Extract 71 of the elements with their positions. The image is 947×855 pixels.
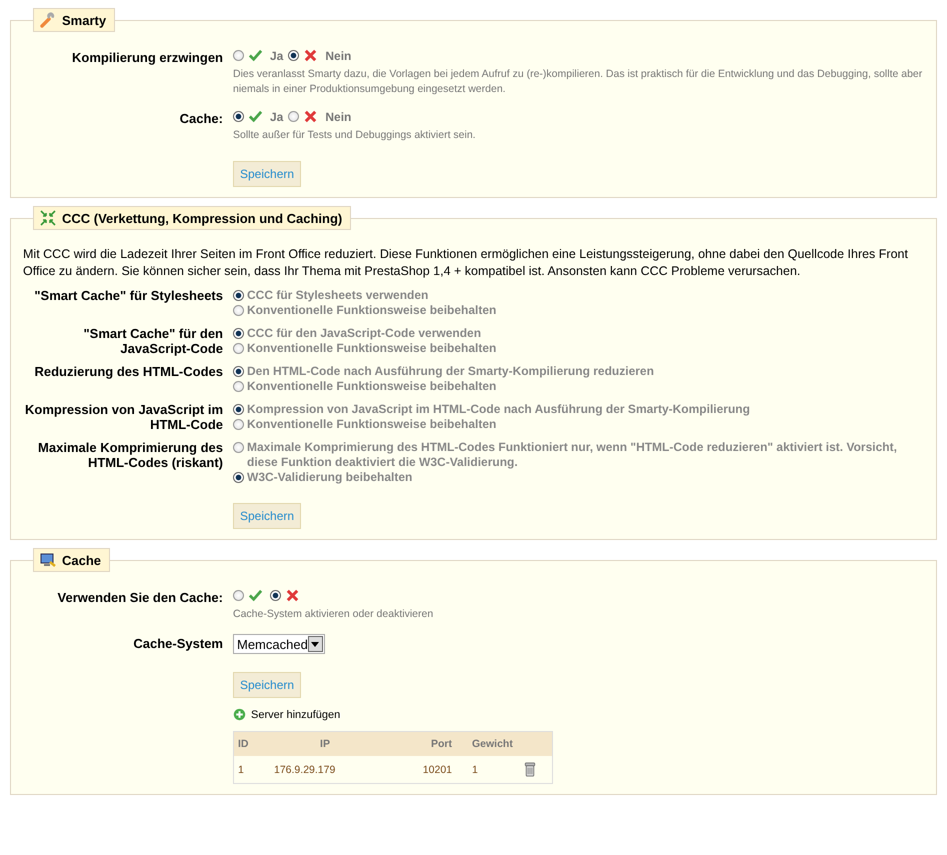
option-label: CCC für den JavaScript-Code verwenden: [247, 326, 482, 341]
trash-icon[interactable]: [524, 762, 536, 777]
table-cell: 1: [234, 756, 262, 784]
option-label: Konventionelle Funktionsweise beibehalten: [247, 379, 498, 394]
radio-button[interactable]: [233, 419, 244, 430]
option-label: Nein: [325, 48, 352, 62]
option-label: W3C-Validierung beibehalten: [247, 470, 414, 485]
radio-button[interactable]: [288, 111, 300, 122]
field-label: Cache-System: [132, 635, 224, 653]
check-icon: [248, 48, 263, 63]
cross-icon: [303, 109, 318, 124]
field-label: "Smart Cache" für den JavaScript-Code: [82, 326, 224, 356]
hint-text: Cache-System aktivieren oder deaktivieren: [233, 607, 434, 622]
field-label: Kompilierung erzwingen: [71, 49, 224, 67]
cross-icon: [285, 588, 300, 603]
radio-button[interactable]: [233, 328, 244, 339]
radio-button[interactable]: [233, 366, 244, 377]
option-label: Nein: [325, 110, 352, 124]
option-label: Den HTML-Code nach Ausführung der Smarty-Kompilierung reduzieren: [247, 364, 655, 379]
field-label: Verwenden Sie den Cache:: [56, 589, 224, 607]
table-cell: 10201: [388, 756, 456, 784]
radio-button[interactable]: [233, 111, 244, 122]
radio-button[interactable]: [233, 343, 244, 354]
radio-button[interactable]: [233, 590, 244, 601]
option-label: Konventionelle Funktionsweise beibehalten: [247, 303, 498, 318]
radio-button[interactable]: [233, 472, 244, 483]
field-label: "Smart Cache" für Stylesheets: [33, 288, 224, 305]
add-icon: [233, 708, 246, 721]
save-button[interactable]: Speichern: [233, 161, 302, 187]
section-title: CCC (Verkettung, Kompression und Caching): [62, 210, 342, 226]
option-label: Kompression von JavaScript im HTML-Code nach Ausführung der Smarty-Kompilierung: [247, 402, 751, 417]
section-title: Smarty: [62, 12, 106, 28]
hint-text: Sollte außer für Tests und Debuggings aktiviert sein.: [233, 128, 477, 143]
radio-button[interactable]: [233, 290, 244, 301]
add-server-link[interactable]: Server hinzufügen: [251, 708, 340, 720]
check-icon: [248, 588, 263, 603]
intro-text: Mit CCC wird die Ladezeit Ihrer Seiten im Front Office reduziert. Diese Funktionen ermöglichen eine Leistungssteigerung, ohne dabei den Quellcode Ihres Front Office zu ändern. Sie können sicher sein, dass Ihr Thema mit PrestaShop 1,4 + kompatibel ist. Ansonsten kann CCC Probleme verursachen.: [23, 246, 909, 280]
column-header: ID: [234, 732, 262, 756]
compress-arrows-icon: [40, 210, 56, 226]
cache-system-select[interactable]: Memcached: [233, 634, 325, 654]
column-header: IP: [262, 732, 388, 756]
radio-button[interactable]: [233, 305, 244, 316]
radio-button[interactable]: [233, 404, 244, 415]
radio-button[interactable]: [233, 50, 244, 61]
field-label: Cache:: [178, 110, 224, 128]
caret-icon: [311, 642, 320, 646]
field-label: Kompression von JavaScript im HTML-Code: [24, 402, 224, 432]
cross-icon: [303, 48, 318, 63]
option-label: Ja: [270, 48, 284, 62]
save-button[interactable]: Speichern: [233, 503, 302, 529]
section-title: Cache: [62, 552, 102, 568]
option-label: Maximale Komprimierung des HTML-Codes Funktioniert nur, wenn "HTML-Code reduzieren" aktiviert ist. Vorsicht, diese Funktion deaktiviert die W3C-Validierung.: [247, 440, 898, 470]
wrench-icon: [40, 12, 56, 28]
table-cell: 176.9.29.179: [262, 756, 388, 784]
radio-button[interactable]: [270, 590, 281, 601]
computer-icon: [40, 552, 56, 568]
column-header: Port: [388, 732, 456, 756]
option-label: Ja: [270, 110, 284, 124]
field-label: Maximale Komprimierung des HTML-Codes (riskant): [37, 440, 224, 472]
radio-button[interactable]: [233, 381, 244, 392]
hint-text: Dies veranlasst Smarty dazu, die Vorlagen bei jedem Aufruf zu (re-)kompilieren. Das ist praktisch für die Entwicklung und das Debugging, sollte aber niemals in einer Produktionsumgebung eingesetzt werden.: [233, 67, 924, 97]
option-label: Konventionelle Funktionsweise beibehalten: [247, 417, 498, 432]
table-cell: 1: [456, 756, 520, 784]
field-label: Reduzierung des HTML-Codes: [33, 364, 224, 381]
check-icon: [248, 109, 263, 124]
radio-button[interactable]: [233, 442, 244, 453]
radio-button[interactable]: [288, 50, 300, 61]
column-header: Gewicht: [456, 732, 520, 756]
save-button[interactable]: Speichern: [233, 672, 302, 698]
option-label: Konventionelle Funktionsweise beibehalten: [247, 341, 498, 356]
option-label: CCC für Stylesheets verwenden: [247, 288, 430, 303]
